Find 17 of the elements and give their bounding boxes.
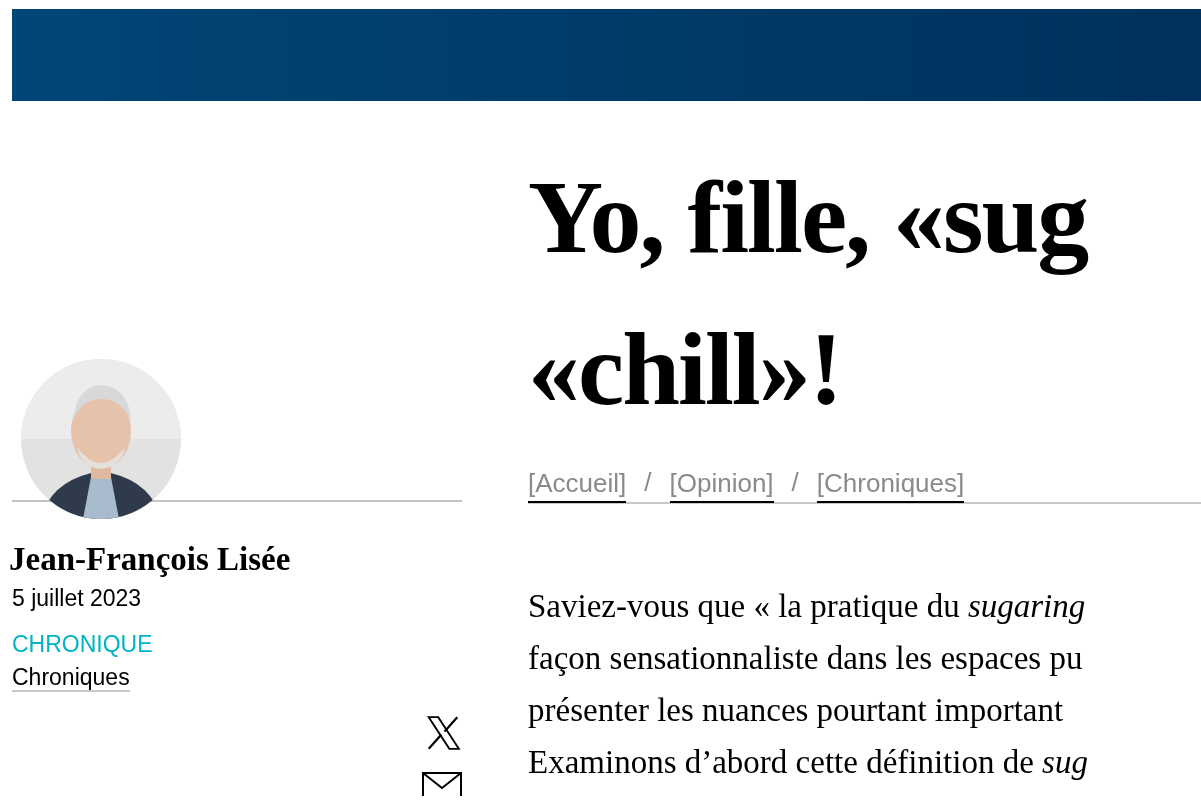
breadcrumb-separator: / [644,466,652,499]
breadcrumb-link[interactable]: [Opinion] [669,464,774,503]
body-text-line: Saviez-vous que « la pratique du sugaring [528,587,1087,626]
publish-date: 5 juillet 2023 [12,584,143,613]
body-text-line: façon sensationnaliste dans les espaces pu [528,639,1084,678]
body-text-line: Examinons d’abord cette définition de sug [528,743,1089,782]
section-link[interactable]: Chroniques [12,664,130,692]
category-label: CHRONIQUE [12,630,154,659]
email-icon[interactable] [422,772,462,796]
x-logo-icon[interactable] [424,714,462,752]
breadcrumb-separator: / [791,466,799,499]
article-title: Yo, fille, «sug [528,158,1089,277]
author-name[interactable]: Jean-François Lisée [9,539,462,579]
body-text-line: présenter les nuances pourtant important [528,691,1065,730]
breadcrumb-link[interactable]: [Chroniques] [816,464,965,503]
article-title: «chill»! [528,310,843,428]
breadcrumb-link[interactable]: [Accueil] [528,464,627,503]
